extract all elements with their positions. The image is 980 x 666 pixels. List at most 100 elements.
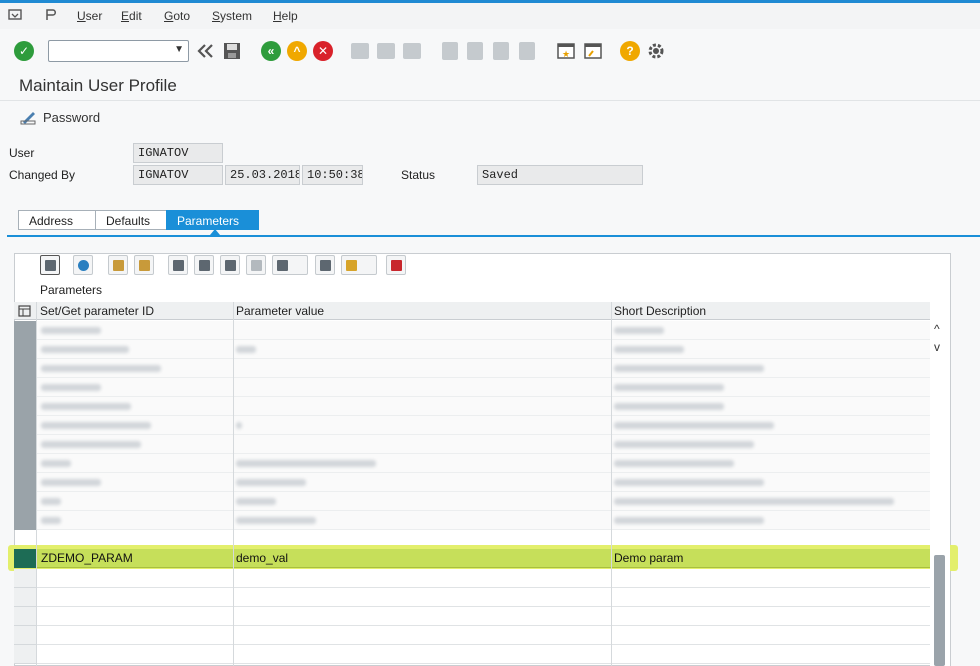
cancel-icon[interactable]: ✕ xyxy=(313,41,333,61)
empty-row[interactable] xyxy=(37,569,930,588)
cell-parameter-value[interactable]: demo_val xyxy=(236,551,288,565)
tab-parameters[interactable]: Parameters xyxy=(166,210,259,230)
table-row[interactable] xyxy=(37,359,930,378)
delete-row-icon[interactable] xyxy=(386,255,406,275)
save-icon[interactable] xyxy=(222,41,242,61)
title-separator xyxy=(0,100,980,101)
cell-parameter-id[interactable]: ZDEMO_PARAM xyxy=(41,551,133,565)
blurred-cell xyxy=(236,517,316,524)
last-page-icon[interactable] xyxy=(519,42,535,60)
cell-short-description[interactable]: Demo param xyxy=(614,551,683,565)
find-icon[interactable] xyxy=(220,255,240,275)
customize-layout-icon[interactable] xyxy=(44,9,58,21)
user-label: User xyxy=(9,146,35,160)
pencil-edit-icon xyxy=(20,112,36,125)
filter-icon[interactable] xyxy=(272,255,308,275)
table-row[interactable] xyxy=(37,416,930,435)
blurred-cell xyxy=(41,346,129,353)
blurred-cell xyxy=(41,365,161,372)
help-icon[interactable]: ? xyxy=(620,41,640,61)
row-selector[interactable] xyxy=(14,588,36,607)
table-row[interactable] xyxy=(37,340,930,359)
shortcut-icon[interactable] xyxy=(583,41,603,61)
table-row[interactable] xyxy=(37,435,930,454)
blurred-cell xyxy=(236,498,276,505)
password-label: Password xyxy=(43,110,101,125)
row-selector[interactable] xyxy=(14,416,36,435)
status-label: Status xyxy=(401,168,436,182)
first-page-icon[interactable] xyxy=(442,42,458,60)
menu-dropdown-icon[interactable] xyxy=(8,9,22,21)
copy-icon[interactable] xyxy=(108,255,128,275)
row-selector[interactable] xyxy=(14,645,36,664)
table-row[interactable] xyxy=(37,397,930,416)
page-title: Maintain User Profile xyxy=(19,76,177,95)
find-next-icon[interactable] xyxy=(246,255,266,275)
row-selector[interactable] xyxy=(14,607,36,626)
column-settings-icon[interactable] xyxy=(18,305,31,317)
scroll-down-icon[interactable]: v xyxy=(934,340,940,354)
sort-ascending-icon[interactable] xyxy=(168,255,188,275)
paste-icon[interactable] xyxy=(134,255,154,275)
empty-row[interactable] xyxy=(37,607,930,626)
details-icon[interactable] xyxy=(40,255,60,275)
grid-title: Parameters xyxy=(40,283,103,297)
row-selector[interactable] xyxy=(14,511,36,530)
empty-row[interactable] xyxy=(37,645,930,664)
back-green-icon[interactable]: « xyxy=(261,41,281,61)
exit-up-icon[interactable]: ^ xyxy=(287,41,307,61)
table-row[interactable] xyxy=(37,378,930,397)
print-icon[interactable] xyxy=(315,255,335,275)
row-selector[interactable] xyxy=(14,321,36,340)
create-session-icon[interactable]: ★ xyxy=(556,41,576,61)
layout-icon[interactable] xyxy=(341,255,377,275)
table-row[interactable] xyxy=(37,454,930,473)
table-row[interactable] xyxy=(37,321,930,340)
menu-edit[interactable]: Edit xyxy=(121,9,142,23)
column-header-parameter-value[interactable]: Parameter value xyxy=(236,304,324,318)
scroll-thumb[interactable] xyxy=(934,555,945,666)
blurred-cell xyxy=(41,517,61,524)
row-selector[interactable] xyxy=(14,492,36,511)
refresh-icon[interactable] xyxy=(73,255,93,275)
table-row[interactable] xyxy=(37,473,930,492)
scroll-up-icon[interactable]: ^ xyxy=(934,322,940,336)
menu-system[interactable]: System xyxy=(212,9,252,23)
settings-gear-icon[interactable] xyxy=(646,41,666,61)
sort-descending-icon[interactable] xyxy=(194,255,214,275)
tab-defaults[interactable]: Defaults xyxy=(95,210,167,230)
empty-row[interactable] xyxy=(37,588,930,607)
blurred-cell xyxy=(614,346,684,353)
table-row[interactable] xyxy=(37,511,930,530)
print-icon[interactable] xyxy=(351,43,369,59)
find-icon[interactable] xyxy=(377,43,395,59)
menu-user[interactable]: User xyxy=(77,9,102,23)
svg-text:★: ★ xyxy=(562,49,570,59)
row-selector[interactable] xyxy=(14,378,36,397)
chevron-down-icon[interactable]: ▼ xyxy=(174,44,184,55)
column-header-short-description[interactable]: Short Description xyxy=(614,304,706,318)
next-page-icon[interactable] xyxy=(493,42,509,60)
tab-address[interactable]: Address xyxy=(18,210,96,230)
column-header-parameter-id[interactable]: Set/Get parameter ID xyxy=(40,304,154,318)
empty-row[interactable] xyxy=(37,626,930,645)
back-icon[interactable] xyxy=(195,41,215,61)
row-selector[interactable] xyxy=(14,569,36,588)
blurred-cell xyxy=(236,422,242,429)
find-next-icon[interactable] xyxy=(403,43,421,59)
previous-page-icon[interactable] xyxy=(467,42,483,60)
row-selector[interactable] xyxy=(14,626,36,645)
enter-check-icon[interactable]: ✓ xyxy=(14,41,34,61)
row-selector[interactable] xyxy=(14,454,36,473)
row-selector[interactable] xyxy=(14,549,36,568)
menu-help[interactable]: Help xyxy=(273,9,298,23)
row-selector[interactable] xyxy=(14,340,36,359)
menu-goto[interactable]: Goto xyxy=(164,9,190,23)
command-field[interactable]: ▼ xyxy=(48,40,189,62)
table-row[interactable] xyxy=(37,492,930,511)
row-selector[interactable] xyxy=(14,359,36,378)
row-selector[interactable] xyxy=(14,435,36,454)
table-row-zdemo[interactable]: ZDEMO_PARAM demo_val Demo param xyxy=(37,549,930,568)
row-selector[interactable] xyxy=(14,473,36,492)
row-selector[interactable] xyxy=(14,397,36,416)
